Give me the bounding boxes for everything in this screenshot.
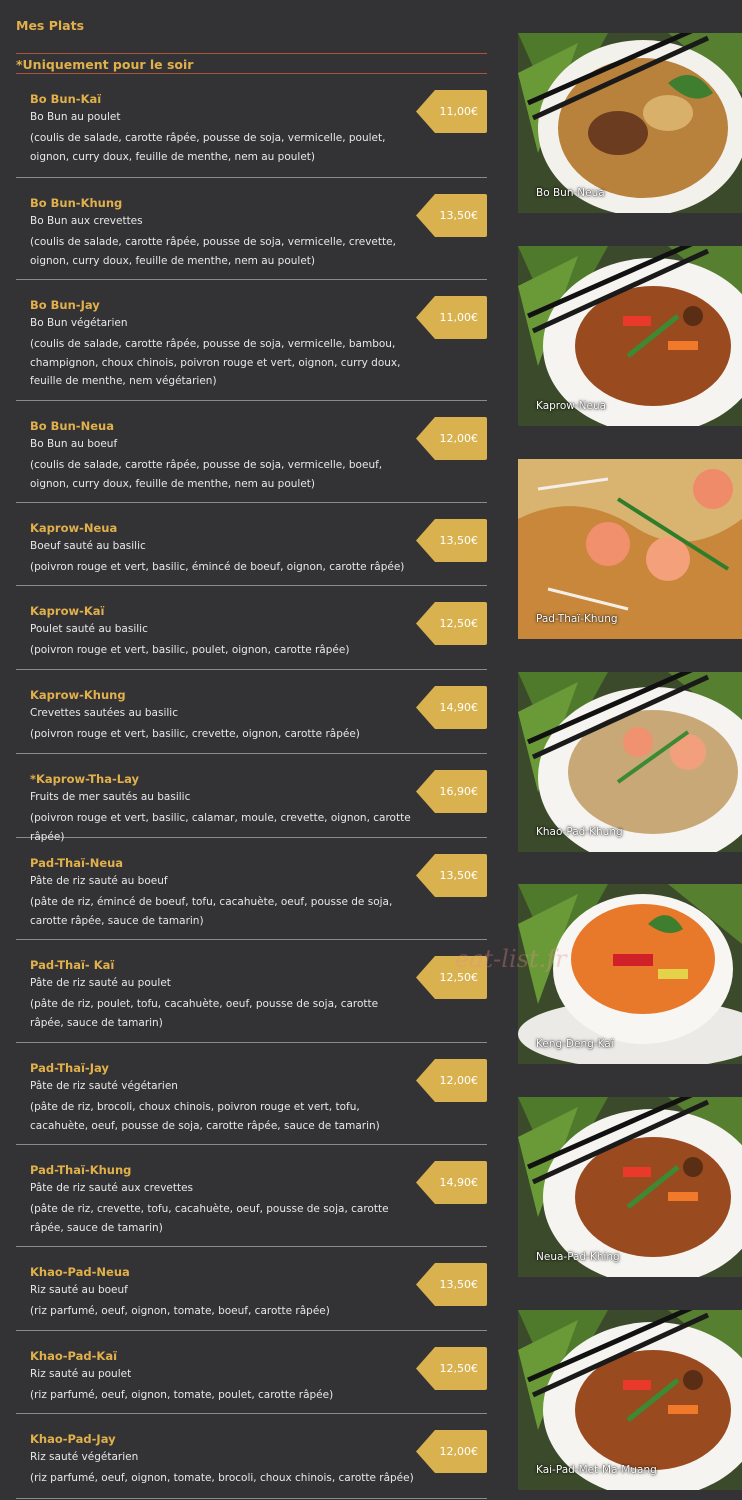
menu-item-name: Khao-Pad-Neua [30, 1265, 130, 1279]
menu-item-name: *Kaprow-Tha-Lay [30, 772, 139, 786]
dish-photo[interactable]: Kaprow-Neua [518, 246, 742, 426]
menu-item-description: (coulis de salade, carotte râpée, pousse… [30, 236, 396, 267]
menu-item-name: Pad-Thaï- Kaï [30, 958, 115, 972]
dish-photo-caption: Keng-Deng-Kaï [536, 1038, 614, 1050]
price-tag: 13,50€ [416, 1263, 487, 1306]
menu-item: Khao-Pad-Kaï Riz sauté au poulet (riz parf… [16, 1331, 487, 1414]
dish-photo[interactable]: Pad-Thaï-Khung [518, 459, 742, 639]
menu-item-name: Pad-Thaï-Neua [30, 856, 124, 870]
menu-item: Bo Bun-Kaï Bo Bun au poulet (coulis de sal… [16, 74, 487, 178]
dish-photo-caption: Neua-Pad-Khing [536, 1251, 620, 1263]
menu-item: Pad-Thaï-Khung Pâte de riz sauté aux crev… [16, 1145, 487, 1247]
price-tag: 12,50€ [416, 1347, 487, 1390]
menu-item-subtitle: Bo Bun au poulet [30, 111, 121, 123]
menu-item-description: (coulis de salade, carotte râpée, pousse… [30, 459, 383, 490]
menu-item-name: Pad-Thaï-Khung [30, 1163, 132, 1177]
menu-item-name: Bo Bun-Neua [30, 419, 114, 433]
menu-item-name: Bo Bun-Kaï [30, 92, 102, 106]
menu-item-subtitle: Riz sauté au poulet [30, 1368, 132, 1380]
menu-item-description: (coulis de salade, carotte râpée, pousse… [30, 338, 401, 387]
menu-item: Kaprow-Khung Crevettes sautées au basilic… [16, 670, 487, 754]
menu-item-name: Khao-Pad-Jay [30, 1432, 116, 1446]
menu-item-subtitle: Bo Bun végétarien [30, 317, 128, 329]
menu-item-name: Kaprow-Neua [30, 521, 118, 535]
menu-item-subtitle: Pâte de riz sauté au boeuf [30, 875, 168, 887]
menu-item-name: Kaprow-Khung [30, 688, 126, 702]
dish-photo[interactable]: Kai-Pad-Met-Ma-Muang [518, 1310, 742, 1490]
menu-item: Kaprow-Neua Boeuf sauté au basilic (poivro… [16, 503, 487, 586]
menu-item-description: (poivron rouge et vert, basilic, émincé … [30, 561, 405, 573]
menu-item: *Kaprow-Tha-Lay Fruits de mer sautés au b… [16, 754, 487, 843]
menu-item-name: Bo Bun-Khung [30, 196, 123, 210]
menu-item-description: (pâte de riz, crevette, tofu, cacahuète,… [30, 1203, 389, 1234]
price-tag: 11,00€ [416, 90, 487, 133]
menu-item-subtitle: Pâte de riz sauté aux crevettes [30, 1182, 194, 1194]
dish-photo-caption: Kai-Pad-Met-Ma-Muang [536, 1464, 657, 1476]
menu-item-subtitle: Crevettes sautées au basilic [30, 707, 178, 719]
price-tag: 12,00€ [416, 1430, 487, 1473]
price-tag: 13,50€ [416, 194, 487, 237]
price-tag: 13,50€ [416, 519, 487, 562]
menu-item-subtitle: Boeuf sauté au basilic [30, 540, 146, 552]
menu-item: Khao-Pad-Neua Riz sauté au boeuf (riz parf… [16, 1247, 487, 1331]
menu-item: Bo Bun-Khung Bo Bun aux crevettes (coulis … [16, 178, 487, 280]
menu-item: Kaprow-Kaï Poulet sauté au basilic (poivro… [16, 586, 487, 670]
price-tag: 14,90€ [416, 686, 487, 729]
price-tag: 12,00€ [416, 1059, 487, 1102]
dish-photo-caption: Kaprow-Neua [536, 400, 607, 412]
menu-item-subtitle: Pâte de riz sauté au poulet [30, 977, 171, 989]
price-tag: 14,90€ [416, 1161, 487, 1204]
menu-item-description: (riz parfumé, oeuf, oignon, tomate, broc… [30, 1472, 414, 1484]
menu-item-description: (riz parfumé, oeuf, oignon, tomate, poul… [30, 1389, 334, 1401]
price-tag: 16,90€ [416, 770, 487, 813]
menu-item-name: Kaprow-Kaï [30, 604, 105, 618]
price-tag: 11,00€ [416, 296, 487, 339]
menu-item-name: Bo Bun-Jay [30, 298, 100, 312]
price-tag: 12,00€ [416, 417, 487, 460]
dish-photo[interactable]: Neua-Pad-Khing [518, 1097, 742, 1277]
dish-photo[interactable]: Bo Bun-Neua [518, 33, 742, 213]
dish-photo-caption: Bo Bun-Neua [536, 187, 605, 199]
dish-photo-caption: Pad-Thaï-Khung [536, 613, 618, 625]
section-title: *Uniquement pour le soir [16, 57, 194, 72]
menu-item-description: (coulis de salade, carotte râpée, pousse… [30, 132, 386, 163]
menu-item-description: (poivron rouge et vert, basilic, poulet,… [30, 644, 350, 656]
menu-item: Pad-Thaï- Kaï Pâte de riz sauté au poulet… [16, 940, 487, 1043]
dish-photo-column: Bo Bun-Neua Kaprow-Neua Pad-Thaï-Khung Khao… [518, 0, 742, 1500]
page-title: Mes Plats [16, 18, 85, 33]
price-tag: 12,50€ [416, 602, 487, 645]
menu-item: Bo Bun-Jay Bo Bun végétarien (coulis de sa… [16, 280, 487, 401]
menu-item-subtitle: Fruits de mer sautés au basilic [30, 791, 191, 803]
menu-item-name: Khao-Pad-Kaï [30, 1349, 118, 1363]
menu-item-subtitle: Pâte de riz sauté végétarien [30, 1080, 178, 1092]
dish-photo[interactable]: Keng-Deng-Kaï [518, 884, 742, 1064]
menu-item-description: (pâte de riz, émincé de boeuf, tofu, cac… [30, 896, 393, 927]
menu-item-description: (pâte de riz, poulet, tofu, cacahuète, o… [30, 998, 379, 1029]
menu-items-list: Bo Bun-Kaï Bo Bun au poulet (coulis de sal… [16, 74, 487, 1499]
divider-top [16, 53, 487, 54]
price-tag: 13,50€ [416, 854, 487, 897]
menu-item-subtitle: Bo Bun au boeuf [30, 438, 118, 450]
menu-item-subtitle: Poulet sauté au basilic [30, 623, 148, 635]
menu-item-subtitle: Bo Bun aux crevettes [30, 215, 143, 227]
menu-item-description: (poivron rouge et vert, basilic, crevett… [30, 728, 360, 740]
dish-photo[interactable]: Khao-Pad-Khung [518, 672, 742, 852]
menu-item: Pad-Thaï-Jay Pâte de riz sauté végétarien… [16, 1043, 487, 1145]
watermark: eat-list.fr [455, 945, 567, 973]
menu-item: Bo Bun-Neua Bo Bun au boeuf (coulis de sal… [16, 401, 487, 503]
menu-item-subtitle: Riz sauté végétarien [30, 1451, 139, 1463]
menu-item: Pad-Thaï-Neua Pâte de riz sauté au boeuf (… [16, 838, 487, 940]
menu-item-description: (riz parfumé, oeuf, oignon, tomate, boeu… [30, 1305, 330, 1317]
menu-item-subtitle: Riz sauté au boeuf [30, 1284, 128, 1296]
menu-item-description: (pâte de riz, brocoli, choux chinois, po… [30, 1101, 380, 1132]
menu-item-name: Pad-Thaï-Jay [30, 1061, 109, 1075]
menu-item: Khao-Pad-Jay Riz sauté végétarien (riz par… [16, 1414, 487, 1499]
dish-photo-caption: Khao-Pad-Khung [536, 826, 623, 838]
